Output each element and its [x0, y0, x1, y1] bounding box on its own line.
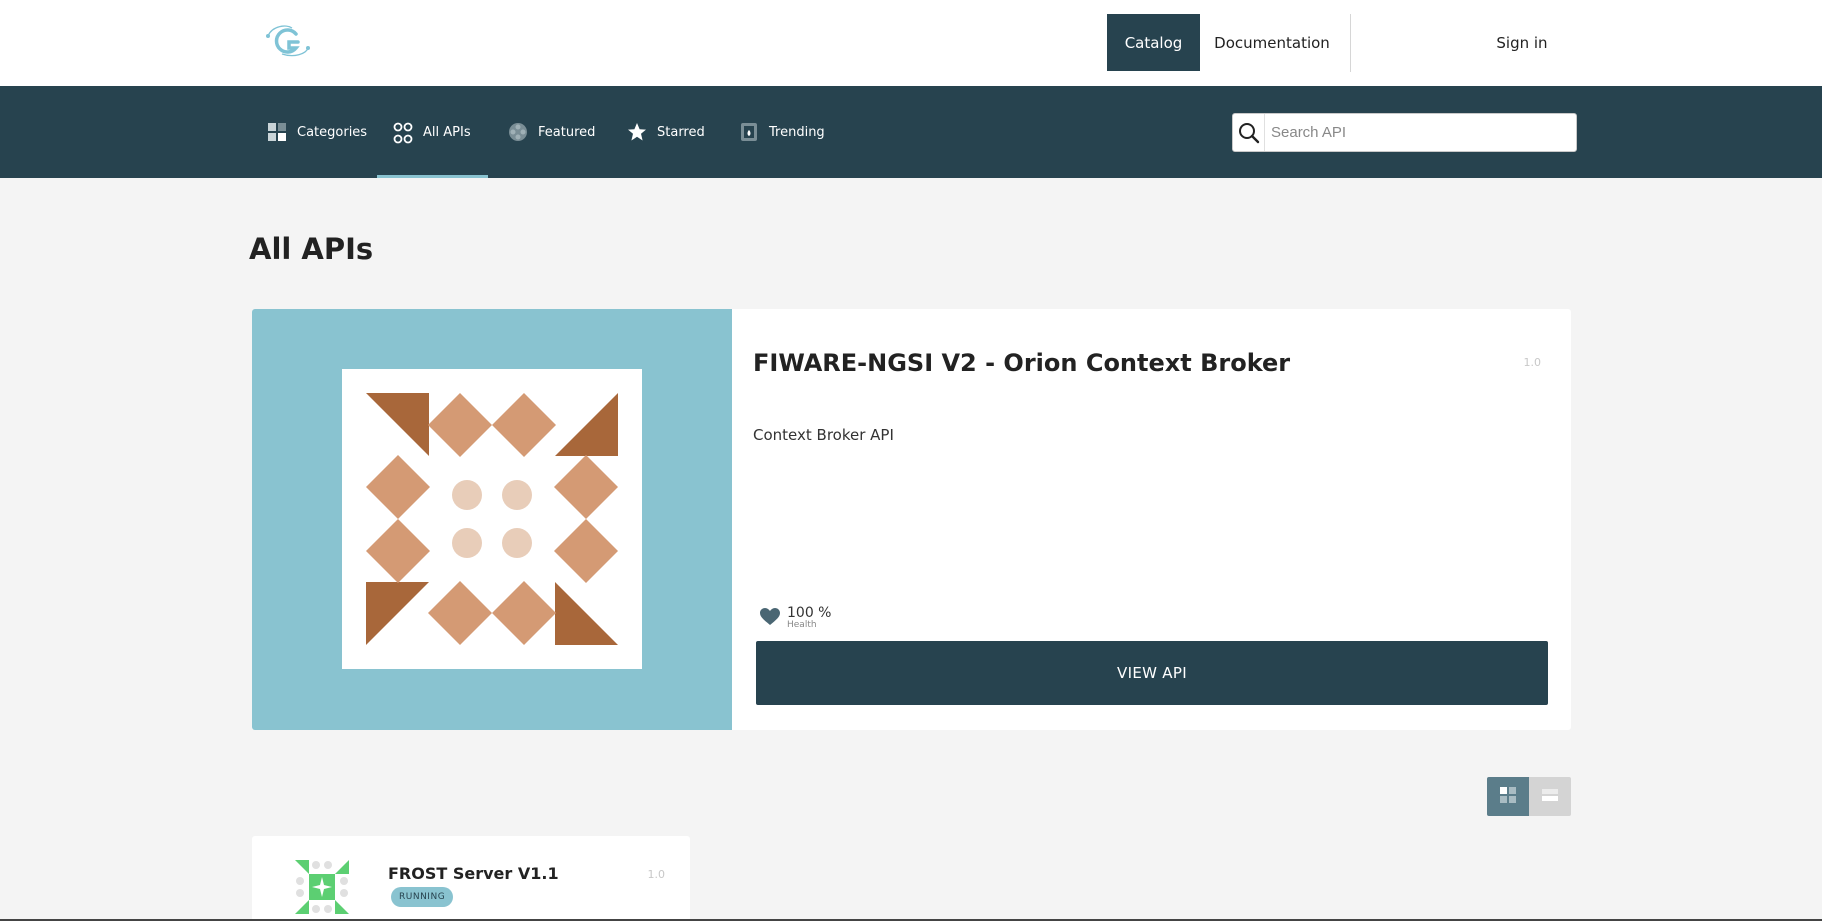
nav-catalog[interactable]: Catalog	[1107, 14, 1200, 71]
all-apis-icon	[393, 122, 413, 144]
tab-label: All APIs	[423, 124, 471, 140]
categories-icon	[267, 122, 287, 142]
heart-icon	[760, 608, 780, 626]
tab-label: Categories	[297, 124, 368, 140]
featured-api-card: FIWARE-NGSI V2 - Orion Context Broker 1.…	[252, 309, 1571, 730]
logo-icon[interactable]	[262, 22, 312, 58]
grid-view-button[interactable]	[1487, 777, 1529, 816]
tab-trending[interactable]: Trending	[739, 86, 825, 178]
page-title: All APIs	[249, 232, 374, 266]
tab-categories[interactable]: Categories	[267, 86, 367, 178]
status-badge: RUNNING	[391, 887, 454, 907]
top-header: Catalog Documentation Sign in	[0, 0, 1822, 86]
health-label: Health	[787, 620, 817, 630]
tab-label: Trending	[769, 124, 825, 140]
api-pattern-icon	[342, 369, 642, 669]
tab-featured[interactable]: Featured	[508, 86, 595, 178]
star-icon	[627, 122, 647, 142]
sign-in-link[interactable]: Sign in	[1490, 14, 1554, 71]
nav-documentation[interactable]: Documentation	[1212, 14, 1332, 71]
frost-logo-icon	[295, 860, 349, 914]
tab-starred[interactable]: Starred	[627, 86, 705, 178]
trending-icon	[739, 122, 759, 142]
api-description: Context Broker API	[753, 426, 894, 444]
tab-all-apis[interactable]: All APIs	[393, 86, 471, 178]
search-input[interactable]	[1265, 115, 1576, 150]
view-api-button[interactable]: VIEW API	[756, 641, 1548, 705]
nav-divider	[1350, 14, 1351, 72]
api-version: 1.0	[1523, 356, 1542, 369]
tab-label: Starred	[657, 124, 705, 140]
featured-icon	[508, 122, 528, 142]
active-tab-indicator	[377, 175, 488, 178]
list-view-icon	[1541, 786, 1559, 808]
grid-view-icon	[1499, 786, 1517, 808]
list-view-button[interactable]	[1529, 777, 1571, 816]
view-toggle	[1487, 777, 1571, 816]
tab-label: Featured	[538, 124, 596, 140]
health-value: 100 %	[787, 605, 832, 621]
api-card-name[interactable]: FROST Server V1.1	[388, 864, 559, 883]
search-icon[interactable]	[1233, 114, 1265, 151]
api-artwork	[252, 309, 732, 730]
api-name[interactable]: FIWARE-NGSI V2 - Orion Context Broker	[753, 349, 1290, 377]
health-indicator: 100 % Health	[760, 605, 831, 630]
api-card[interactable]: FROST Server V1.1 1.0 RUNNING	[252, 836, 690, 921]
api-card-version: 1.0	[647, 868, 666, 881]
search-box[interactable]	[1232, 113, 1577, 152]
